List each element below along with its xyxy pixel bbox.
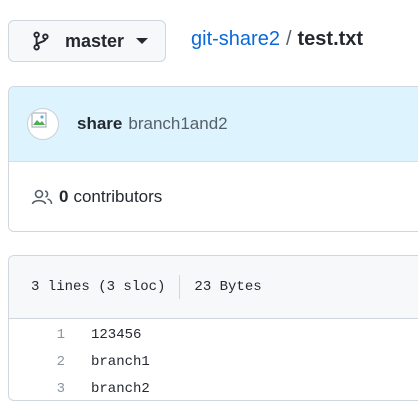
file-line-count: 3 lines (3 sloc)	[31, 279, 166, 295]
latest-commit-box: share branch1and2 0 contributors	[8, 86, 418, 232]
code-line: 2 branch1	[9, 348, 418, 375]
file-viewer: 3 lines (3 sloc) 23 Bytes 1 123456 2 bra…	[8, 255, 418, 401]
line-number[interactable]: 3	[9, 381, 91, 397]
code-line: 1 123456	[9, 321, 418, 348]
branch-name: master	[65, 30, 125, 51]
contributors-label: contributors	[73, 187, 163, 206]
breadcrumb: git-share2/test.txt	[191, 26, 363, 52]
people-icon	[31, 188, 53, 206]
breadcrumb-file-name: test.txt	[297, 28, 364, 50]
breadcrumb-separator: /	[285, 28, 292, 50]
line-number[interactable]: 2	[9, 354, 91, 370]
commit-author-link[interactable]: share	[77, 114, 122, 134]
file-info-divider	[179, 275, 181, 299]
broken-image-icon	[31, 112, 47, 128]
line-content: 123456	[91, 326, 142, 343]
git-branch-icon	[31, 31, 51, 51]
file-size: 23 Bytes	[194, 279, 262, 295]
contributors-count: 0	[59, 187, 69, 206]
line-number[interactable]: 1	[9, 327, 91, 343]
latest-commit-header: share branch1and2	[9, 87, 418, 162]
code-table: 1 123456 2 branch1 3 branch2	[9, 319, 418, 400]
branch-selector-button[interactable]: master	[8, 20, 166, 62]
avatar[interactable]	[27, 108, 59, 140]
commit-message-link[interactable]: branch1and2	[128, 114, 227, 134]
contributors-row[interactable]: 0 contributors	[9, 162, 418, 231]
line-content: branch1	[91, 353, 150, 370]
breadcrumb-repo-link[interactable]: git-share2	[191, 28, 280, 50]
chevron-down-icon	[136, 38, 149, 44]
code-line: 3 branch2	[9, 375, 418, 400]
line-content: branch2	[91, 380, 150, 397]
file-info-header: 3 lines (3 sloc) 23 Bytes	[9, 256, 418, 319]
